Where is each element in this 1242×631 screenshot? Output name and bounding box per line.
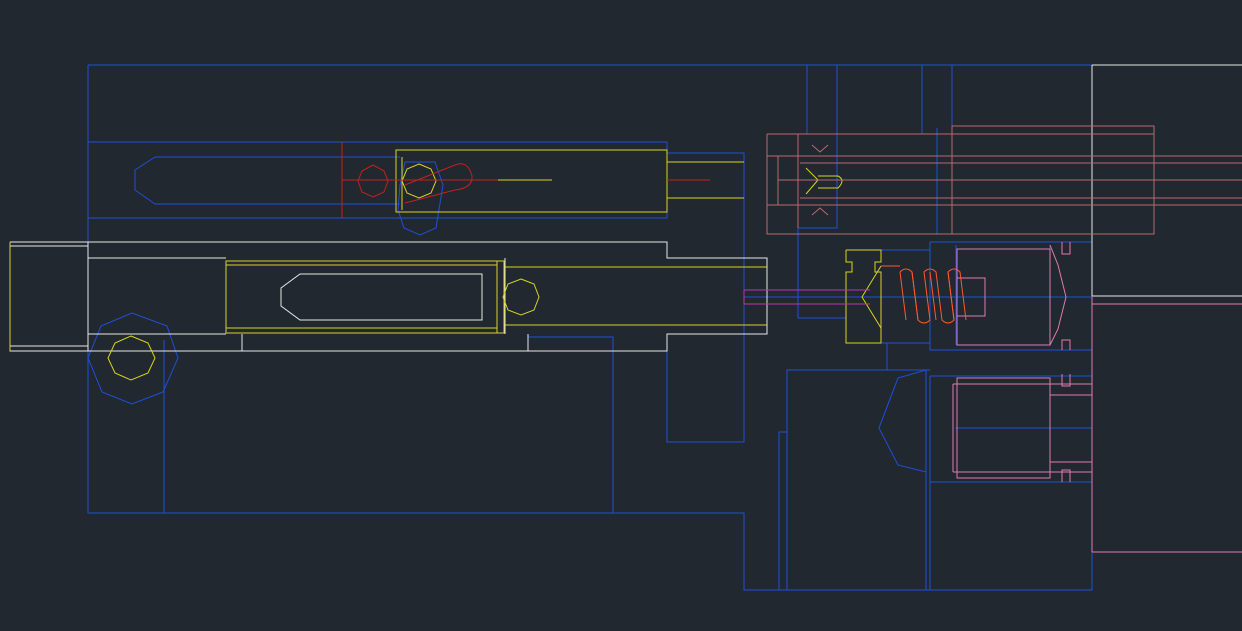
bolt-octagon-inner [107,335,156,381]
yellow-upper-carrier [395,149,744,213]
pin-octagon-upper [401,163,437,199]
main-slide-body [9,241,768,352]
pink-cylinder-upper [956,242,1242,553]
compression-spring [881,265,967,324]
cad-drawing-canvas[interactable] [0,0,1242,631]
right-cylinder-housing [878,245,1051,473]
yellow-nozzle-block [805,167,882,344]
upper-link-slot [134,156,444,236]
pin-octagon-slide [502,278,540,316]
cad-drawing-viewport[interactable] [0,0,1242,631]
upper-right-cylinder [766,125,1242,235]
